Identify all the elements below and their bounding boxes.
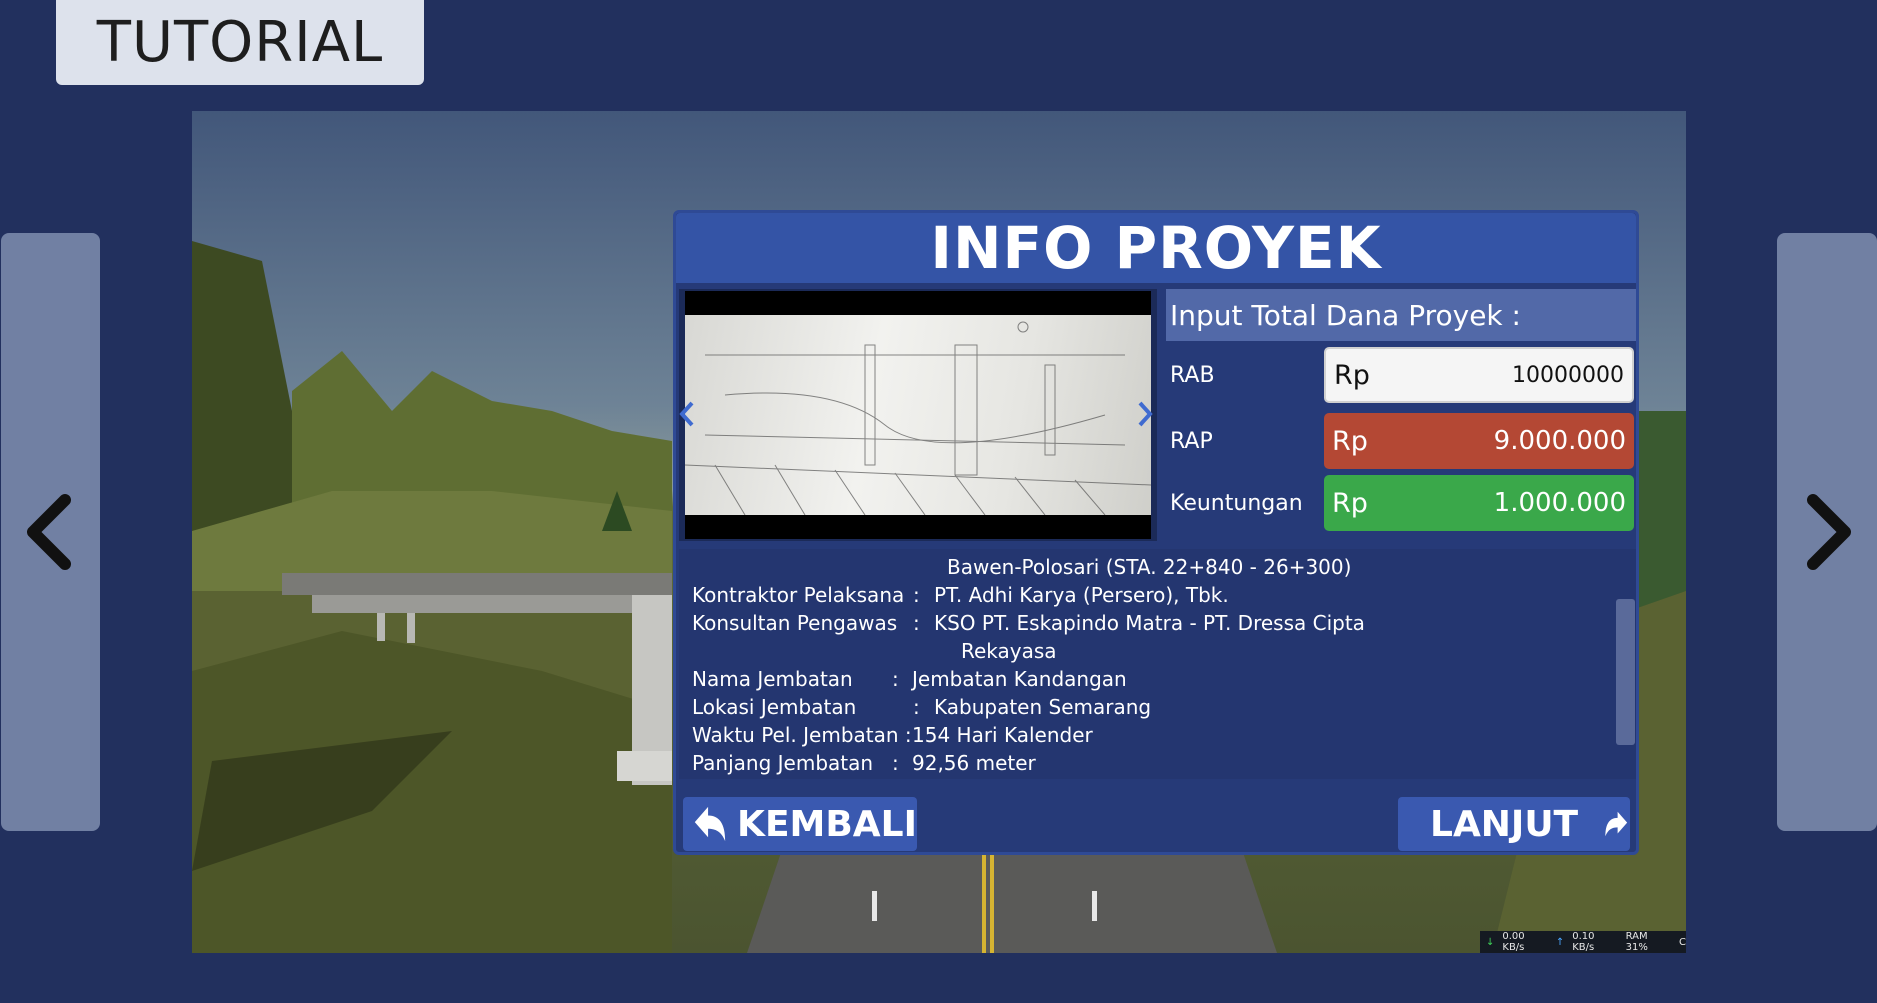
panjang-label: Panjang Jembatan [692,751,874,775]
rap-label: RAP [1170,428,1213,454]
waktu-label: Waktu Pel. Jembatan : [692,723,912,747]
lanjut-button[interactable]: LANJUT [1398,797,1630,851]
fund-title: Input Total Dana Proyek : [1166,289,1636,341]
upload-rate: 0.10 KB/s [1572,931,1595,953]
keuntungan-currency: Rp [1332,487,1368,519]
panel-title-text: INFO PROYEK [930,214,1382,282]
kontraktor-sep: : [913,583,920,607]
nama-jembatan-value: Jembatan Kandangan [912,667,1127,691]
chevron-right-icon [1807,494,1851,570]
keuntungan-label: Keuntungan [1170,490,1303,516]
tutorial-title-text: TUTORIAL [96,10,384,75]
konsultan-label: Konsultan Pengawas [692,611,898,635]
netstat-extra: C [1679,936,1686,948]
lokasi-jembatan-sep: : [913,695,920,719]
download-arrow-icon: ↓ [1486,936,1495,948]
back-arrow-icon [694,806,726,842]
prev-page-button[interactable] [1,233,100,831]
kontraktor-value: PT. Adhi Karya (Persero), Tbk. [934,583,1229,607]
kontraktor-label: Kontraktor Pelaksana [692,583,905,607]
rab-currency: Rp [1334,359,1370,391]
fund-row-keuntungan: Keuntungan Rp 1.000.000 [1166,475,1636,531]
nama-jembatan-label: Nama Jembatan [692,667,853,691]
forward-arrow-icon [1605,811,1628,837]
blueprint-drawing [685,321,1151,515]
upload-arrow-icon: ↑ [1555,936,1565,948]
fund-row-rap: RAP Rp 9.000.000 [1166,413,1636,469]
nama-jembatan-sep: : [892,667,899,691]
lanjut-label: LANJUT [1430,803,1579,845]
fund-row-rab: RAB Rp 10000000 [1166,347,1636,403]
konsultan-value-cont: Rekayasa [961,639,1057,663]
rab-label: RAB [1170,362,1215,388]
tutorial-title: TUTORIAL [56,0,424,85]
rab-input[interactable]: Rp 10000000 [1324,347,1634,403]
panjang-sep: : [892,751,899,775]
details-cut-line: Bawen-Polosari (STA. 22+840 - 26+300) [947,555,1352,579]
konsultan-sep: : [913,611,920,635]
blueprint-photo [685,291,1151,539]
fund-input-box: Input Total Dana Proyek : RAB Rp 1000000… [1166,289,1636,541]
project-details-scroll[interactable]: Bawen-Polosari (STA. 22+840 - 26+300) Ko… [679,549,1636,779]
kembali-button[interactable]: KEMBALI [683,797,917,851]
konsultan-value: KSO PT. Eskapindo Matra - PT. Dressa Cip… [934,611,1365,635]
chevron-left-icon [26,494,71,570]
panel-title: INFO PROYEK [676,213,1636,283]
panjang-value: 92,56 meter [912,751,1036,775]
rab-value: 10000000 [1512,362,1624,388]
keuntungan-value: 1.000.000 [1493,488,1626,518]
rap-field: Rp 9.000.000 [1324,413,1634,469]
network-status-bar: ↓ 0.00 KB/s ↑ 0.10 KB/s RAM 31% C [1480,931,1686,953]
lokasi-jembatan-value: Kabupaten Semarang [934,695,1152,719]
waktu-value: 154 Hari Kalender [912,723,1093,747]
rap-value: 9.000.000 [1493,426,1626,456]
rap-currency: Rp [1332,425,1368,457]
info-proyek-panel: INFO PROYEK Input Total Dana Proyek: RA… [673,210,1639,855]
gallery-prev-icon[interactable] [677,399,697,429]
ram-usage: RAM 31% [1625,931,1648,953]
next-page-button[interactable] [1777,233,1877,831]
download-rate: 0.00 KB/s [1502,931,1525,953]
lokasi-jembatan-label: Lokasi Jembatan [692,695,857,719]
details-scrollbar[interactable] [1616,599,1635,745]
keuntungan-field: Rp 1.000.000 [1324,475,1634,531]
kembali-label: KEMBALI [737,803,917,845]
blueprint-gallery [679,289,1157,541]
gallery-next-icon[interactable] [1135,399,1155,429]
